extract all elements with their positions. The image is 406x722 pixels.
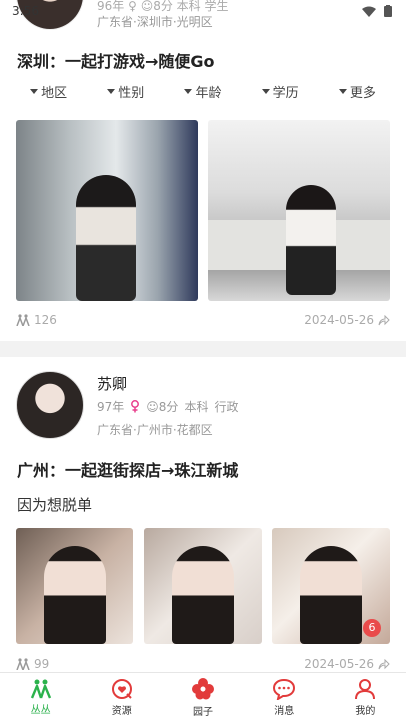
date-group: 2024-05-26: [304, 657, 390, 671]
filter-label: 性别: [118, 85, 145, 101]
like-count: 99: [34, 657, 50, 671]
tab-me[interactable]: 我的: [325, 673, 406, 722]
status-icons: [362, 5, 392, 17]
filter-education[interactable]: 学历: [261, 80, 299, 102]
user-score: ☺8分: [146, 400, 179, 414]
filter-region[interactable]: 地区: [30, 80, 67, 102]
post-photo[interactable]: [208, 120, 390, 301]
person-figure: [172, 546, 234, 644]
post-photo[interactable]: [144, 528, 262, 644]
profile-icon: [355, 679, 376, 700]
filter-label: 年龄: [195, 85, 222, 101]
filter-age[interactable]: 年龄: [184, 80, 221, 102]
person-figure: [300, 546, 362, 644]
user-job: 行政: [214, 400, 239, 414]
photo-count-badge: 6: [363, 619, 381, 637]
post-title[interactable]: 广州：一起逛街探店→珠江新城: [17, 457, 238, 481]
user-name[interactable]: 苏卿: [97, 373, 127, 394]
user-age: 97年: [97, 400, 125, 414]
filter-label: 地区: [41, 85, 68, 101]
dropdown-arrow-icon: [261, 88, 270, 94]
person-figure: [76, 175, 136, 301]
tab-label: 消息: [274, 706, 295, 717]
share-icon[interactable]: [378, 314, 390, 326]
post-description: 因为想脱单: [17, 496, 93, 514]
date-group: 2024-05-26: [304, 313, 390, 327]
filter-label: 更多: [349, 85, 376, 101]
female-icon: [131, 400, 140, 413]
filter-label: 学历: [272, 85, 299, 101]
filter-more[interactable]: 更多: [338, 80, 376, 102]
tab-garden[interactable]: 园子: [162, 673, 243, 722]
garden-icon: [192, 678, 214, 700]
like-count: 126: [34, 313, 57, 327]
person-figure: [286, 185, 336, 295]
filter-bar: 地区 性别 年龄 学历 更多: [0, 80, 406, 102]
share-icon[interactable]: [378, 658, 390, 670]
people-icon: [16, 658, 30, 670]
section-divider: [0, 341, 406, 357]
filter-gender[interactable]: 性别: [107, 80, 144, 102]
user-meta: 97年 ☺8分 本科 行政: [97, 398, 238, 415]
resource-icon: [111, 679, 132, 699]
bottom-tab-bar: 丛丛 资源 园子 消息 我的: [0, 672, 406, 722]
person-figure: [44, 546, 106, 644]
dropdown-arrow-icon: [338, 88, 347, 94]
wifi-icon: [362, 6, 376, 17]
status-time: 3:56: [12, 4, 39, 18]
dropdown-arrow-icon: [30, 88, 39, 94]
user-education: 本科: [184, 400, 209, 414]
message-icon: [273, 678, 296, 700]
tab-label: 丛丛: [30, 705, 51, 716]
tab-label: 资源: [111, 706, 132, 717]
tab-messages[interactable]: 消息: [244, 673, 325, 722]
people-icon: [30, 679, 51, 699]
tab-label: 园子: [193, 707, 213, 718]
post-photo[interactable]: [16, 120, 198, 301]
post-footer: 126 2024-05-26: [16, 313, 390, 331]
user-location: 广东省·广州市·花都区: [97, 423, 213, 437]
tab-resources[interactable]: 资源: [81, 673, 162, 722]
like-group[interactable]: 126: [16, 313, 57, 327]
battery-icon: [384, 5, 392, 17]
post-date: 2024-05-26: [304, 657, 374, 671]
status-bar: 3:56: [0, 0, 406, 24]
people-icon: [16, 314, 30, 326]
dropdown-arrow-icon: [184, 88, 193, 94]
post-photo[interactable]: [16, 528, 133, 644]
dropdown-arrow-icon: [107, 88, 116, 94]
tab-label: 我的: [355, 706, 376, 717]
like-group[interactable]: 99: [16, 657, 49, 671]
post-title: 深圳：一起打游戏→随便Go: [17, 52, 215, 71]
avatar[interactable]: [16, 371, 84, 439]
post-date: 2024-05-26: [304, 313, 374, 327]
tab-congcong[interactable]: 丛丛: [0, 673, 81, 722]
